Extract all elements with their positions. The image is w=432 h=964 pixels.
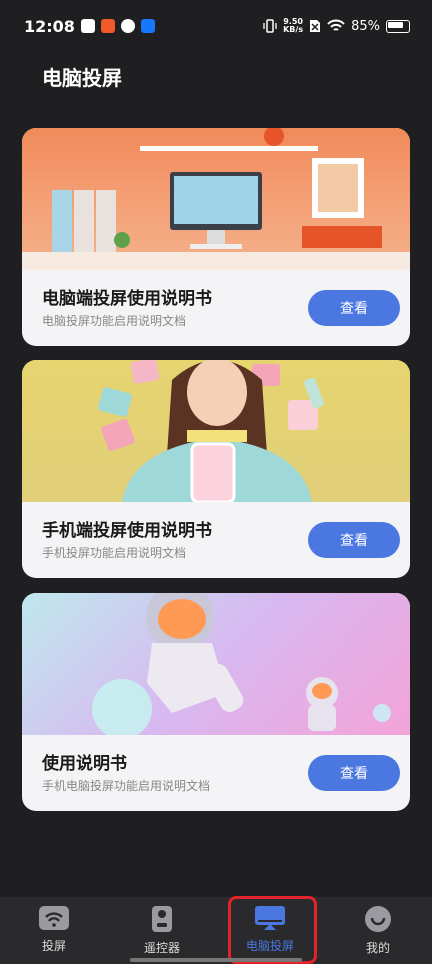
girl-phone-illustration bbox=[22, 360, 410, 502]
card-subtitle: 电脑投屏功能启用说明文档 bbox=[42, 314, 187, 328]
status-bar: 12:08 9.50 KB/s 85% bbox=[0, 0, 432, 52]
card-subtitle: 手机电脑投屏功能启用说明文档 bbox=[42, 779, 211, 793]
no-sim-icon bbox=[310, 20, 321, 32]
nav-item-mine[interactable]: 我的 bbox=[324, 897, 432, 964]
card-pc-guide[interactable]: 电脑端投屏使用说明书 电脑投屏功能启用说明文档 查看 bbox=[22, 128, 410, 346]
profile-smile-icon bbox=[365, 906, 391, 932]
battery-icon bbox=[386, 19, 410, 33]
net-speed: 9.50 KB/s bbox=[283, 18, 303, 34]
active-tab-highlight bbox=[228, 896, 317, 964]
mail-notification-icon bbox=[80, 19, 95, 33]
alipay-notification-icon bbox=[140, 19, 155, 33]
page-title: 电脑投屏 bbox=[42, 66, 122, 90]
bottom-nav: 投屏 遥控器 电脑投屏 我的 bbox=[0, 897, 432, 964]
nav-label: 遥控器 bbox=[143, 941, 180, 955]
cast-screen-icon bbox=[39, 906, 69, 930]
view-button[interactable]: 查看 bbox=[308, 755, 400, 791]
battery-percent: 85% bbox=[351, 18, 380, 34]
wifi-icon bbox=[327, 19, 345, 31]
desk-illustration bbox=[22, 128, 410, 270]
nav-item-remote[interactable]: 遥控器 bbox=[108, 897, 216, 964]
nav-label: 投屏 bbox=[41, 939, 66, 953]
card-general-guide[interactable]: 使用说明书 手机电脑投屏功能启用说明文档 查看 bbox=[22, 593, 410, 811]
view-button[interactable]: 查看 bbox=[308, 522, 400, 558]
card-title: 使用说明书 bbox=[42, 754, 127, 774]
card-subtitle: 手机投屏功能启用说明文档 bbox=[42, 546, 187, 560]
card-title: 电脑端投屏使用说明书 bbox=[42, 289, 212, 309]
nav-item-cast[interactable]: 投屏 bbox=[0, 897, 108, 964]
astronaut-illustration bbox=[22, 593, 410, 735]
card-title: 手机端投屏使用说明书 bbox=[42, 521, 212, 541]
view-button[interactable]: 查看 bbox=[308, 290, 400, 326]
remote-control-icon bbox=[152, 906, 172, 932]
net-speed-unit: KB/s bbox=[283, 25, 304, 34]
nav-label: 我的 bbox=[365, 941, 390, 955]
status-time: 12:08 bbox=[24, 16, 75, 36]
app-notification-icon bbox=[100, 19, 115, 33]
vibrate-icon bbox=[263, 19, 277, 33]
card-phone-guide[interactable]: 手机端投屏使用说明书 手机投屏功能启用说明文档 查看 bbox=[22, 360, 410, 578]
sync-notification-icon bbox=[120, 19, 135, 33]
home-indicator bbox=[130, 958, 302, 962]
